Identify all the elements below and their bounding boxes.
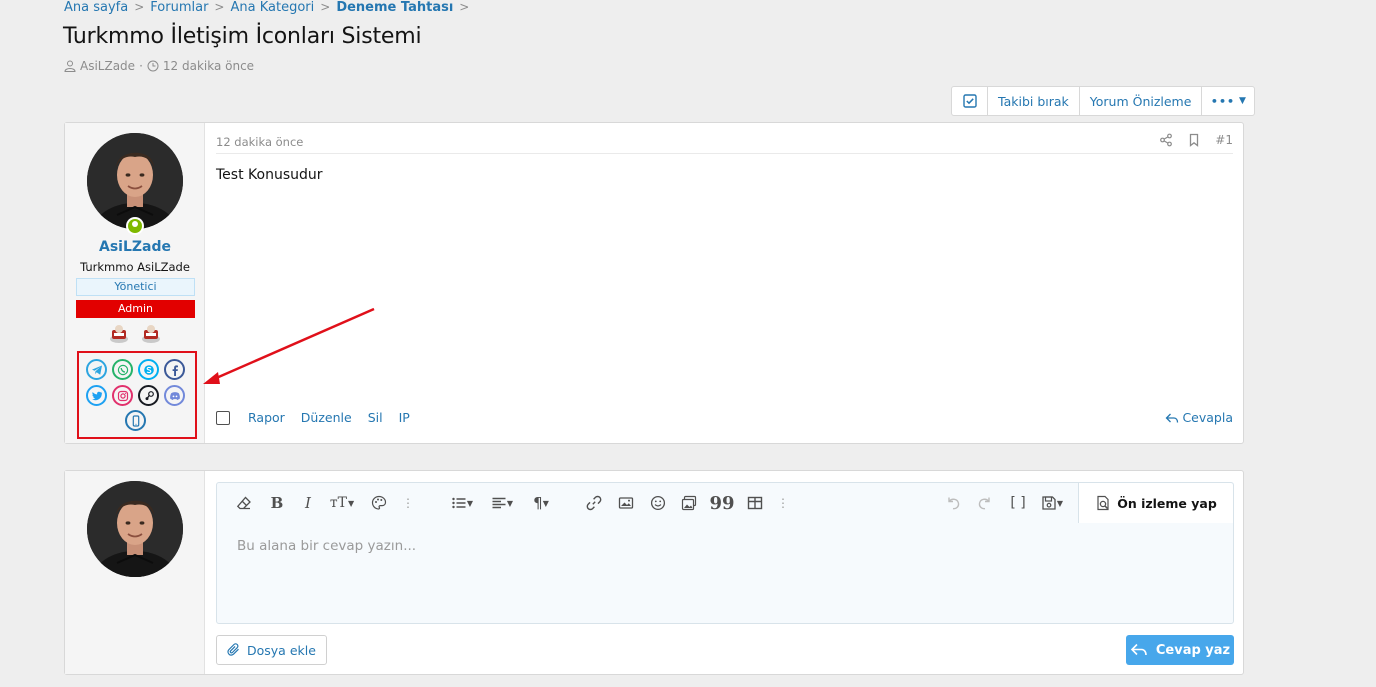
- avatar[interactable]: [87, 481, 183, 577]
- eraser-icon[interactable]: [234, 493, 254, 513]
- telegram-icon[interactable]: [86, 359, 107, 380]
- reply-button[interactable]: Cevapla: [1165, 410, 1233, 425]
- drafts-icon[interactable]: ▼: [1036, 493, 1068, 513]
- reply-label: Cevapla: [1182, 410, 1233, 425]
- delete-button[interactable]: Sil: [368, 410, 383, 425]
- skype-icon[interactable]: [138, 359, 159, 380]
- instagram-icon[interactable]: [112, 385, 133, 406]
- role-banner: Yönetici: [76, 278, 195, 296]
- post-divider: [216, 153, 1233, 154]
- edit-button[interactable]: Düzenle: [301, 410, 352, 425]
- preview-label: Ön izleme yap: [1117, 495, 1217, 511]
- chevron-right-icon: >: [214, 0, 225, 14]
- checkbox-checked-icon: [962, 94, 977, 108]
- thread-author[interactable]: AsiLZade: [80, 59, 135, 73]
- thread-time[interactable]: 12 dakika önce: [163, 59, 254, 73]
- bookmark-icon[interactable]: [1187, 133, 1201, 147]
- more-vertical-icon[interactable]: ⋮: [773, 493, 793, 513]
- breadcrumb-category[interactable]: Ana Kategori: [230, 0, 314, 15]
- steam-icon[interactable]: [138, 385, 159, 406]
- emoji-icon[interactable]: [648, 493, 668, 513]
- post-number[interactable]: #1: [1215, 133, 1233, 147]
- thread-meta: AsiLZade · 12 dakika önce: [64, 59, 254, 73]
- quick-reply: B I тT ▼ ⋮ ▼ ▼ ¶ ▼ 99 ⋮ [] ▼ Ön izleme …: [64, 470, 1244, 675]
- undo-icon[interactable]: [943, 493, 963, 513]
- table-icon[interactable]: [745, 493, 765, 513]
- post-main: 12 dakika önce #1 Test Konusudur Rapor D…: [206, 123, 1243, 443]
- breadcrumb-forums[interactable]: Forumlar: [150, 0, 208, 15]
- more-dots-icon: •••: [1210, 94, 1236, 108]
- trophy-icon: [142, 325, 160, 343]
- online-status-icon: [126, 217, 144, 235]
- discord-icon[interactable]: [164, 385, 185, 406]
- redo-icon[interactable]: [975, 493, 995, 513]
- link-icon[interactable]: [584, 493, 604, 513]
- select-thread-button[interactable]: [952, 87, 988, 115]
- contact-icons-box: [77, 351, 197, 439]
- italic-icon[interactable]: I: [298, 493, 318, 513]
- post-body: Test Konusudur: [216, 167, 323, 183]
- admin-banner: Admin: [76, 300, 195, 318]
- post-actions: Rapor Düzenle Sil IP: [216, 410, 410, 425]
- chevron-right-icon: >: [134, 0, 145, 14]
- user-title: Turkmmo AsiLZade: [80, 260, 190, 274]
- comment-preview-button[interactable]: Yorum Önizleme: [1080, 87, 1203, 115]
- text-size-icon[interactable]: тT ▼: [327, 493, 357, 513]
- post-tools: #1: [1159, 133, 1233, 147]
- page-title: Turkmmo İletişim İconları Sistemi: [63, 24, 422, 49]
- unwatch-button[interactable]: Takibi bırak: [988, 87, 1080, 115]
- paperclip-icon: [227, 643, 239, 656]
- ip-button[interactable]: IP: [399, 410, 410, 425]
- bbcode-toggle-icon[interactable]: [ ]: [1008, 493, 1028, 513]
- list-icon[interactable]: ▼: [446, 493, 478, 513]
- more-vertical-icon[interactable]: ⋮: [398, 493, 418, 513]
- reply-editor: B I тT ▼ ⋮ ▼ ▼ ¶ ▼ 99 ⋮ [] ▼ Ön izleme …: [216, 482, 1234, 624]
- post-date[interactable]: 12 dakika önce: [216, 135, 303, 149]
- username[interactable]: AsiLZade: [65, 239, 205, 255]
- quote-icon[interactable]: 99: [709, 493, 734, 514]
- caret-down-icon: ▼: [1239, 96, 1246, 106]
- image-icon[interactable]: [616, 493, 636, 513]
- post: AsiLZade Turkmmo AsiLZade Yönetici Admin: [64, 122, 1244, 444]
- avatar-image: [87, 481, 183, 577]
- clock-icon: [147, 60, 159, 72]
- reply-user-panel: [65, 471, 205, 674]
- paragraph-icon[interactable]: ¶ ▼: [527, 493, 555, 513]
- reply-icon: [1166, 413, 1179, 423]
- reply-textarea[interactable]: Bu alana bir cevap yazın...: [237, 538, 416, 554]
- trophy-icon: [110, 325, 128, 343]
- submit-label: Cevap yaz: [1155, 642, 1231, 658]
- breadcrumb: Ana sayfa > Forumlar > Ana Kategori > De…: [64, 0, 475, 16]
- select-post-checkbox[interactable]: [216, 410, 230, 425]
- meta-separator: ·: [139, 59, 143, 73]
- breadcrumb-board[interactable]: Deneme Tahtası: [336, 0, 453, 15]
- user-icon: [64, 60, 76, 72]
- report-button[interactable]: Rapor: [248, 410, 285, 425]
- reply-icon: [1130, 643, 1147, 656]
- palette-icon[interactable]: [369, 493, 389, 513]
- breadcrumb-home[interactable]: Ana sayfa: [64, 0, 128, 15]
- more-options-button[interactable]: ••• ▼: [1202, 87, 1254, 115]
- media-icon[interactable]: [679, 493, 699, 513]
- attach-files-button[interactable]: Dosya ekle: [216, 635, 327, 665]
- twitter-icon[interactable]: [86, 385, 107, 406]
- avatar[interactable]: [87, 133, 183, 229]
- attach-label: Dosya ekle: [247, 642, 316, 658]
- avatar-image: [87, 133, 183, 229]
- bold-icon[interactable]: B: [267, 493, 287, 513]
- post-user-panel: AsiLZade Turkmmo AsiLZade Yönetici Admin: [65, 123, 205, 443]
- post-reply-button[interactable]: Cevap yaz: [1126, 635, 1234, 665]
- chevron-right-icon: >: [320, 0, 331, 14]
- share-icon[interactable]: [1159, 133, 1173, 147]
- thread-action-bar: Takibi bırak Yorum Önizleme ••• ▼: [951, 86, 1256, 116]
- chevron-right-icon: >: [459, 0, 470, 14]
- preview-icon: [1097, 495, 1109, 511]
- editor-preview-button[interactable]: Ön izleme yap: [1078, 483, 1233, 523]
- align-icon[interactable]: ▼: [487, 493, 517, 513]
- phone-icon[interactable]: [125, 410, 146, 431]
- whatsapp-icon[interactable]: [112, 359, 133, 380]
- facebook-icon[interactable]: [164, 359, 185, 380]
